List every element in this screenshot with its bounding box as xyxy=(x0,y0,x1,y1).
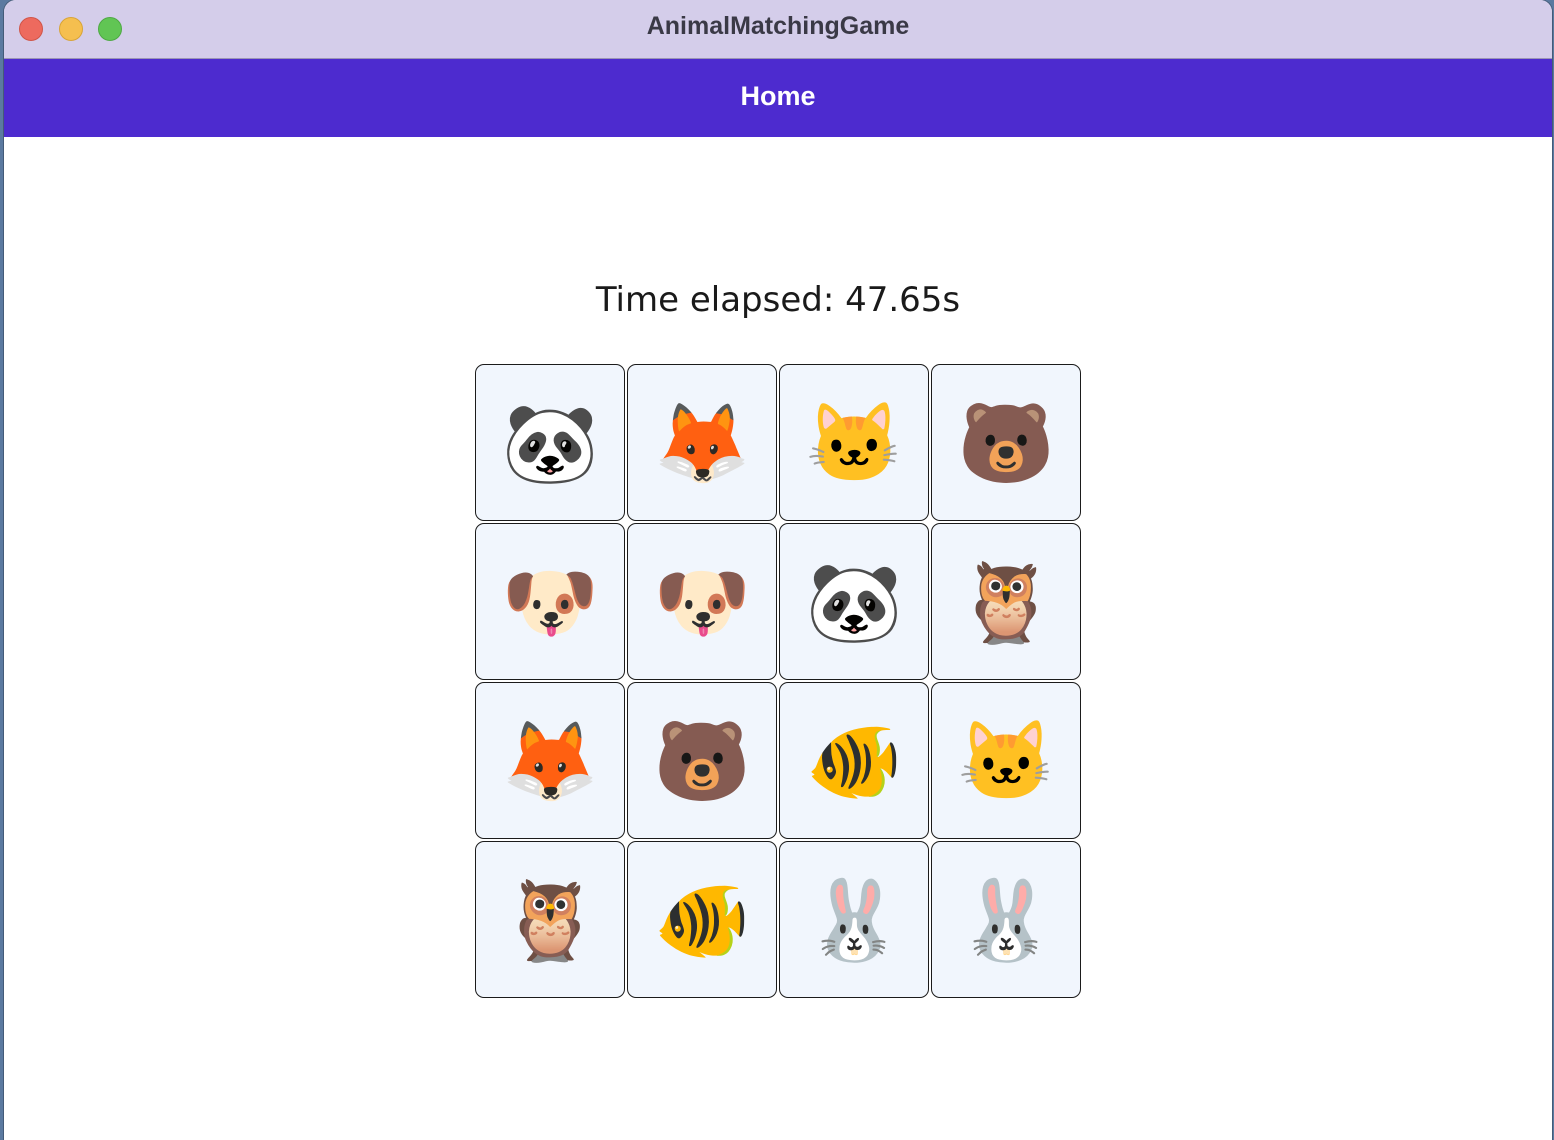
tropical-fish-icon: 🐠 xyxy=(653,875,751,964)
page-title: Home xyxy=(740,81,816,111)
navigation-bar: Home xyxy=(4,59,1552,137)
panda-icon: 🐼 xyxy=(501,398,599,487)
card-dog[interactable]: 🐶 xyxy=(627,523,777,680)
bear-icon: 🐻 xyxy=(957,398,1055,487)
dog-icon: 🐶 xyxy=(653,557,751,646)
card-rabbit[interactable]: 🐰 xyxy=(779,841,929,998)
card-fox[interactable]: 🦊 xyxy=(627,364,777,521)
window-title: AnimalMatchingGame xyxy=(646,12,910,40)
panda-icon: 🐼 xyxy=(805,557,903,646)
rabbit-icon: 🐰 xyxy=(957,875,1055,964)
bear-icon: 🐻 xyxy=(653,716,751,805)
cat-icon: 🐱 xyxy=(957,716,1055,805)
owl-icon: 🦉 xyxy=(957,557,1055,646)
dog-icon: 🐶 xyxy=(501,557,599,646)
card-fox[interactable]: 🦊 xyxy=(475,682,625,839)
card-grid: 🐼 🦊 🐱 🐻 🐶 🐶 🐼 🦉 🦊 🐻 🐠 🐱 🦉 🐠 🐰 🐰 xyxy=(475,364,1081,998)
title-bar[interactable]: AnimalMatchingGame xyxy=(4,0,1552,59)
card-cat[interactable]: 🐱 xyxy=(779,364,929,521)
card-rabbit[interactable]: 🐰 xyxy=(931,841,1081,998)
tropical-fish-icon: 🐠 xyxy=(805,716,903,805)
card-panda[interactable]: 🐼 xyxy=(475,364,625,521)
app-window: AnimalMatchingGame Home Time elapsed: 47… xyxy=(4,0,1552,1140)
card-dog[interactable]: 🐶 xyxy=(475,523,625,680)
time-elapsed-label: Time elapsed: 47.65s xyxy=(595,280,961,320)
card-cat[interactable]: 🐱 xyxy=(931,682,1081,839)
card-tropical-fish[interactable]: 🐠 xyxy=(627,841,777,998)
rabbit-icon: 🐰 xyxy=(805,875,903,964)
card-bear[interactable]: 🐻 xyxy=(931,364,1081,521)
card-bear[interactable]: 🐻 xyxy=(627,682,777,839)
owl-icon: 🦉 xyxy=(501,875,599,964)
card-tropical-fish[interactable]: 🐠 xyxy=(779,682,929,839)
fox-icon: 🦊 xyxy=(653,398,751,487)
card-owl[interactable]: 🦉 xyxy=(475,841,625,998)
card-panda[interactable]: 🐼 xyxy=(779,523,929,680)
card-owl[interactable]: 🦉 xyxy=(931,523,1081,680)
cat-icon: 🐱 xyxy=(805,398,903,487)
fox-icon: 🦊 xyxy=(501,716,599,805)
